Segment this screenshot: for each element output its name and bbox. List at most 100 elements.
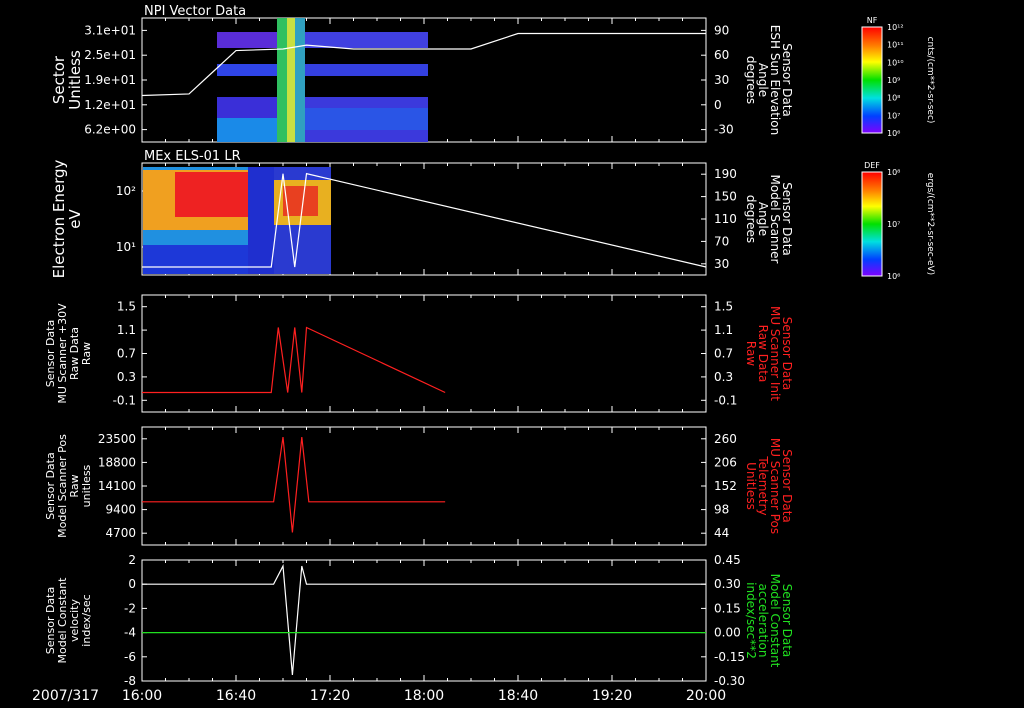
y2label-mu30: Raw <box>744 341 758 366</box>
y2tick-label-vel: -0.30 <box>714 674 745 688</box>
y2tick-label-vel: 0.15 <box>714 601 741 615</box>
y2tick-label-pos: 152 <box>714 479 737 493</box>
y2tick-label-mu30: -0.1 <box>714 393 737 407</box>
time-tick-label: 19:20 <box>592 688 632 704</box>
npi-colorbar <box>861 26 883 134</box>
npi-burst-cyan <box>295 18 305 142</box>
npi-burst-green <box>277 18 287 142</box>
y2label-vel: index/sec**2 <box>744 582 758 659</box>
ylabel-vel: index/sec <box>80 594 93 646</box>
ytick-label-vel: 2 <box>128 553 136 567</box>
els-red-core <box>175 172 248 217</box>
y2tick-label-els: 30 <box>714 257 729 271</box>
panel-title-npi: NPI Vector Data <box>144 4 246 19</box>
ytick-label-mu30: 0.3 <box>117 370 136 384</box>
ytick-label-vel: -6 <box>124 650 136 664</box>
colorbar-tick-npi-cb: 10¹¹ <box>887 41 904 50</box>
ytick-label-mu30: -0.1 <box>113 393 136 407</box>
ytick-label-npi: 1.2e+01 <box>84 98 136 112</box>
panel-title-els: MEx ELS-01 LR <box>144 149 241 164</box>
sensor-plot-figure: 3.1e+01 2.5e+01 1.9e+01 1.2e+01 6.2e+00 90 60 3… <box>0 0 1024 708</box>
npi-sector-band-low-cyan <box>217 118 277 142</box>
ytick-label-vel: -2 <box>124 601 136 615</box>
colorbar-tick-npi-cb: 10⁶ <box>887 129 900 138</box>
y2tick-label-npi: 60 <box>714 48 729 62</box>
colorbar-tick-npi-cb: 10⁷ <box>887 111 900 120</box>
y2tick-label-els: 190 <box>714 167 737 181</box>
y2tick-label-els: 70 <box>714 234 729 248</box>
colorbar-tick-npi-cb: 10¹⁰ <box>887 58 904 67</box>
ytick-label-npi: 3.1e+01 <box>84 23 136 37</box>
ytick-label-npi: 2.5e+01 <box>84 48 136 62</box>
ytick-label-vel: -4 <box>124 626 136 640</box>
colorbar-tag-els-cb: DEF <box>864 161 880 170</box>
ytick-label-els: 10¹ <box>116 240 136 254</box>
colorbar-tag-npi-cb: NF <box>867 16 878 25</box>
ytick-label-els: 10² <box>116 184 136 198</box>
ytick-label-pos: 4700 <box>105 526 136 540</box>
ytick-label-pos: 18800 <box>98 455 136 469</box>
y2tick-label-mu30: 0.3 <box>714 370 733 384</box>
y2tick-label-vel: -0.15 <box>714 650 745 664</box>
npi-sector-band-low-right-inner <box>305 108 428 130</box>
npi-burst-yellow <box>287 18 295 142</box>
y2tick-label-vel: 0.00 <box>714 626 741 640</box>
y2label-npi: degrees <box>744 56 758 104</box>
npi-colorbar-gradient <box>861 26 883 134</box>
y2tick-label-vel: 0.30 <box>714 577 741 591</box>
ylabel-mu30: Raw <box>80 342 93 365</box>
y2tick-label-mu30: 1.1 <box>714 323 733 337</box>
y2tick-label-pos: 260 <box>714 432 737 446</box>
time-tick-label: 18:00 <box>404 688 444 704</box>
time-tick-label: 18:40 <box>498 688 538 704</box>
y2tick-label-npi: 90 <box>714 23 729 37</box>
els-colorbar-gradient <box>861 171 883 277</box>
y2tick-label-mu30: 1.5 <box>714 300 733 314</box>
els-colorbar <box>861 171 883 277</box>
npi-sector-band-mid-right <box>305 64 428 76</box>
ytick-label-vel: 0 <box>128 577 136 591</box>
ylabel-npi: Unitless <box>66 50 84 110</box>
ytick-label-pos: 14100 <box>98 479 136 493</box>
ytick-label-mu30: 1.1 <box>117 323 136 337</box>
colorbar-tick-els-cb: 10⁸ <box>887 168 900 177</box>
ytick-label-npi: 6.2e+00 <box>84 123 136 137</box>
ytick-label-pos: 23500 <box>98 432 136 446</box>
ylabel-pos: unitless <box>80 464 93 507</box>
ytick-label-mu30: 0.7 <box>117 347 136 361</box>
y2tick-label-els: 150 <box>714 190 737 204</box>
colorbar-tick-els-cb: 10⁷ <box>887 220 900 229</box>
y2tick-label-npi: 0 <box>714 98 722 112</box>
colorbar-units-npi-cb: cnts/(cm**2-sr-sec) <box>925 37 935 124</box>
y2tick-label-pos: 206 <box>714 455 737 469</box>
npi-sector-band-top-right <box>305 32 428 48</box>
npi-sector-band-top <box>217 32 277 48</box>
time-tick-label: 17:20 <box>310 688 350 704</box>
y2label-pos: Unitless <box>744 462 758 510</box>
y2tick-label-pos: 98 <box>714 503 729 517</box>
y2tick-label-npi: -30 <box>714 123 734 137</box>
els-spectrogram <box>143 167 331 274</box>
colorbar-tick-npi-cb: 10¹² <box>887 23 904 32</box>
y2label-els: degrees <box>744 195 758 243</box>
ytick-label-mu30: 1.5 <box>117 300 136 314</box>
time-tick-label: 20:00 <box>686 688 726 704</box>
colorbar-tick-els-cb: 10⁶ <box>887 272 900 281</box>
colorbar-tick-npi-cb: 10⁹ <box>887 76 900 85</box>
colorbar-units-els-cb: ergs/(cm**2-sr-sec-eV) <box>925 173 935 275</box>
date-label: 2007/317 <box>32 688 99 704</box>
colorbar-tick-npi-cb: 10⁸ <box>887 94 900 103</box>
y2tick-label-pos: 44 <box>714 526 729 540</box>
y2tick-label-npi: 30 <box>714 73 729 87</box>
els-gap-blue <box>248 167 274 274</box>
y2tick-label-els: 110 <box>714 212 737 226</box>
time-tick-label: 16:40 <box>216 688 256 704</box>
ylabel-els: eV <box>66 209 84 229</box>
ytick-label-npi: 1.9e+01 <box>84 73 136 87</box>
ytick-label-vel: -8 <box>124 674 136 688</box>
ytick-label-pos: 9400 <box>105 503 136 517</box>
y2tick-label-mu30: 0.7 <box>714 347 733 361</box>
npi-sector-band-mid <box>217 64 277 76</box>
time-tick-label: 16:00 <box>122 688 162 704</box>
y2tick-label-vel: 0.45 <box>714 553 741 567</box>
